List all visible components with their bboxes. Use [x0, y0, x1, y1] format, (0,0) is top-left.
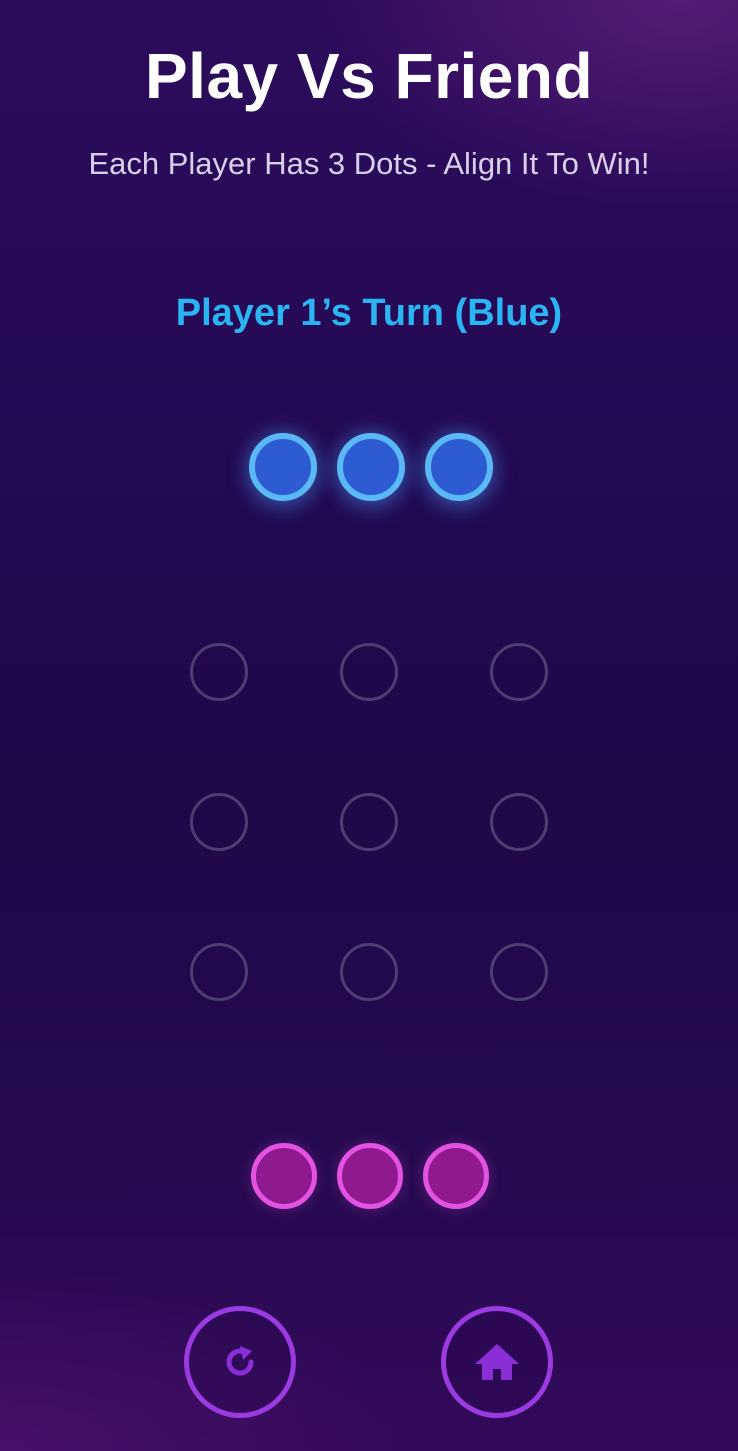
- board-cell-1-2[interactable]: [340, 643, 398, 701]
- player2-piece[interactable]: [251, 1143, 317, 1209]
- board-cell-3-1[interactable]: [190, 943, 248, 1001]
- board-cell-3-2[interactable]: [340, 943, 398, 1001]
- board-cell-1-1[interactable]: [190, 643, 248, 701]
- player1-piece-tray: [249, 433, 493, 501]
- restart-icon: [218, 1340, 262, 1384]
- player2-piece-tray: [251, 1143, 489, 1209]
- home-icon: [472, 1340, 522, 1384]
- player1-piece[interactable]: [249, 433, 317, 501]
- page-subtitle: Each Player Has 3 Dots - Align It To Win…: [88, 146, 650, 181]
- player2-piece[interactable]: [337, 1143, 403, 1209]
- page-title: Play Vs Friend: [144, 40, 594, 112]
- home-button[interactable]: [441, 1306, 553, 1418]
- board-cell-2-3[interactable]: [490, 793, 548, 851]
- game-board: [190, 643, 548, 1001]
- player1-piece[interactable]: [337, 433, 405, 501]
- board-cell-2-2[interactable]: [340, 793, 398, 851]
- player2-piece[interactable]: [423, 1143, 489, 1209]
- turn-indicator: Player 1’s Turn (Blue): [175, 292, 563, 334]
- board-cell-1-3[interactable]: [490, 643, 548, 701]
- player1-piece[interactable]: [425, 433, 493, 501]
- restart-button[interactable]: [184, 1306, 296, 1418]
- board-cell-3-3[interactable]: [490, 943, 548, 1001]
- board-cell-2-1[interactable]: [190, 793, 248, 851]
